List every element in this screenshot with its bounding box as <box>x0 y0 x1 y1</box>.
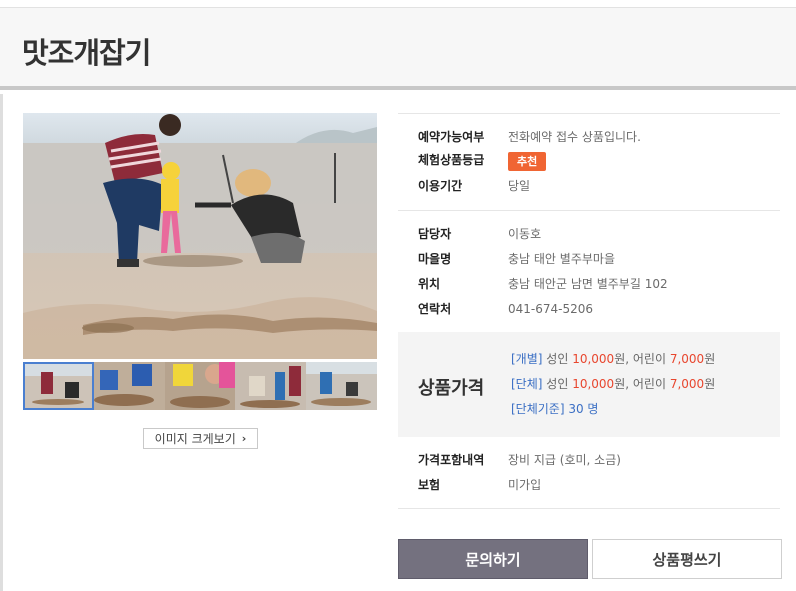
chevron-right-icon: › <box>241 432 247 445</box>
thumbnail-1[interactable] <box>23 362 94 410</box>
info-key: 위치 <box>418 277 441 291</box>
info-row-location: 위치 충남 태안군 남면 별주부길 102 <box>418 276 668 292</box>
thumbnail-4[interactable] <box>235 362 307 410</box>
info-row-grade: 체험상품등급 추천 <box>418 152 547 171</box>
info-key: 보험 <box>418 478 441 492</box>
info-value: 충남 태안군 남면 별주부길 102 <box>508 277 668 291</box>
view-large-label: 이미지 크게보기 <box>154 432 236 446</box>
divider <box>398 210 780 211</box>
info-row-insurance: 보험 미가입 <box>418 477 541 493</box>
info-key: 예약가능여부 <box>418 130 485 144</box>
info-value: 당일 <box>508 179 531 193</box>
info-key: 마을명 <box>418 252 452 266</box>
view-large-image-button[interactable]: 이미지 크게보기 › <box>143 428 258 449</box>
info-value: 전화예약 접수 상품입니다. <box>508 130 641 144</box>
info-value: 충남 태안 별주부마을 <box>508 252 615 266</box>
divider <box>398 113 780 114</box>
info-row-manager: 담당자 이동호 <box>418 226 541 242</box>
main-photo[interactable] <box>23 113 377 359</box>
thumbnail-5[interactable] <box>306 362 377 410</box>
side-rule <box>0 94 3 591</box>
price-group: [단체] 성인 10,000원, 어린이 7,000원 <box>511 377 716 391</box>
price-box: 상품가격 [개별] 성인 10,000원, 어린이 7,000원 [단체] 성인… <box>398 332 780 437</box>
price-individual: [개별] 성인 10,000원, 어린이 7,000원 <box>511 352 716 366</box>
thumbnail-strip <box>23 362 377 410</box>
price-lines: [개별] 성인 10,000원, 어린이 7,000원 [단체] 성인 10,0… <box>511 351 715 426</box>
inquiry-button[interactable]: 문의하기 <box>398 539 588 579</box>
info-row-reservation: 예약가능여부 전화예약 접수 상품입니다. <box>418 129 641 145</box>
info-value: 041-674-5206 <box>508 302 594 316</box>
page-header: 맛조개잡기 <box>0 8 796 90</box>
info-row-included: 가격포함내역 장비 지급 (호미, 소금) <box>418 452 621 468</box>
info-key: 가격포함내역 <box>418 453 485 467</box>
info-value: 이동호 <box>508 227 542 241</box>
thumbnail-2[interactable] <box>93 362 165 410</box>
page-title: 맛조개잡기 <box>22 36 151 70</box>
info-key: 연락처 <box>418 302 452 316</box>
info-value: 미가입 <box>508 478 542 492</box>
divider <box>398 508 780 509</box>
info-key: 체험상품등급 <box>418 153 485 167</box>
info-row-period: 이용기간 당일 <box>418 178 530 194</box>
write-review-button[interactable]: 상품평쓰기 <box>592 539 782 579</box>
tidal-flat-photo <box>23 113 377 359</box>
info-row-village: 마을명 충남 태안 별주부마을 <box>418 251 615 267</box>
info-row-contact: 연락처 041-674-5206 <box>418 301 593 317</box>
info-key: 이용기간 <box>418 179 463 193</box>
info-key: 담당자 <box>418 227 452 241</box>
price-group-criteria: [단체기준] 30 명 <box>511 402 599 416</box>
price-title: 상품가격 <box>418 378 485 399</box>
thumbnail-3[interactable] <box>164 362 236 410</box>
info-value: 장비 지급 (호미, 소금) <box>508 453 621 467</box>
recommend-badge: 추천 <box>508 152 547 171</box>
